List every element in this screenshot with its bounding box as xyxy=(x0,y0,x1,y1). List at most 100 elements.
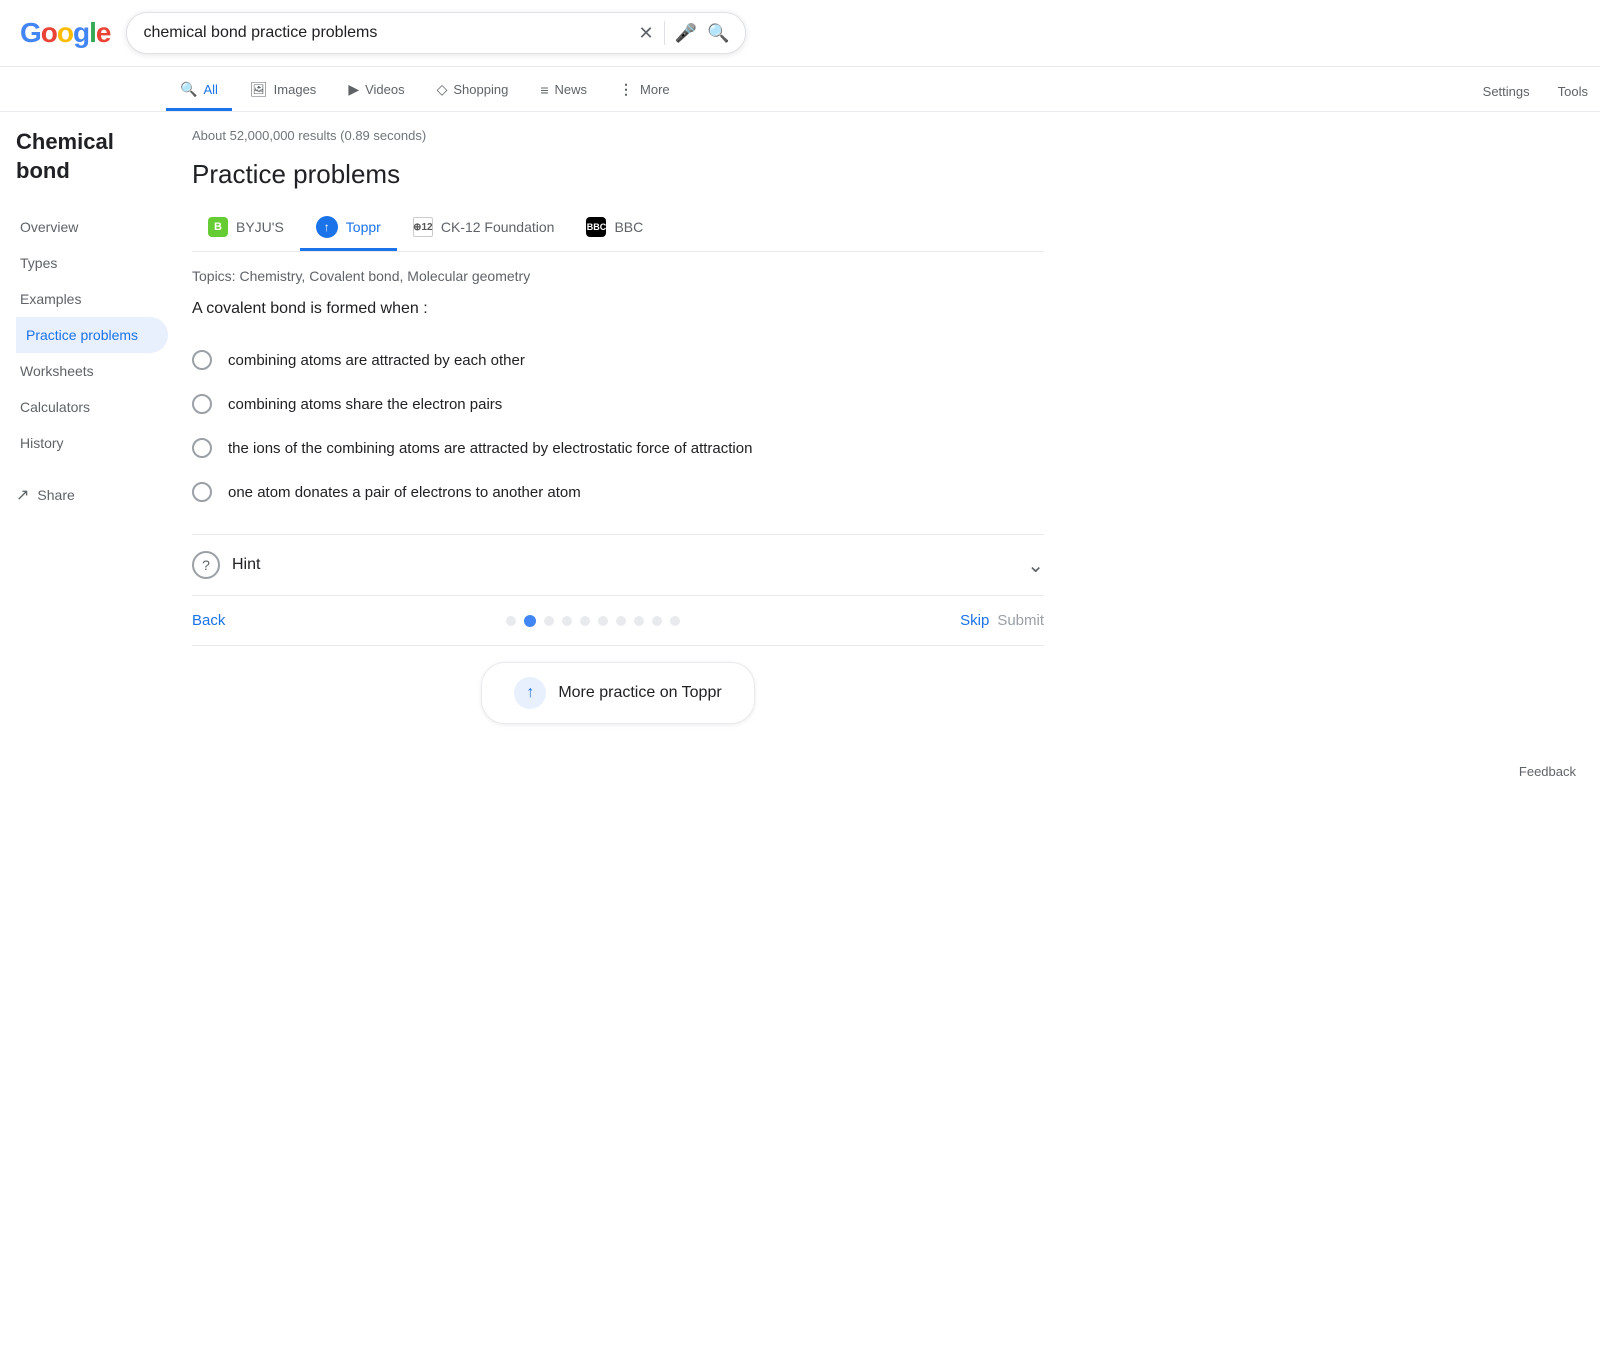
more-practice-section: ↑ More practice on Toppr xyxy=(192,645,1044,756)
tab-more[interactable]: ⋮ More xyxy=(605,71,684,111)
logo-letter-g2: g xyxy=(73,17,89,48)
nav-settings: Settings Tools xyxy=(1471,76,1600,107)
dot-4 xyxy=(580,616,590,626)
sidebar-item-calculators[interactable]: Calculators xyxy=(16,389,168,425)
sidebar-item-examples[interactable]: Examples xyxy=(16,281,168,317)
logo-letter-e: e xyxy=(96,17,111,48)
toppr-arrow-icon: ↑ xyxy=(526,684,534,702)
tab-news-label: News xyxy=(555,82,588,97)
hint-section[interactable]: ? Hint ⌄ xyxy=(192,534,1044,596)
search-bar-wrapper: ✕ 🎤 🔍 xyxy=(126,12,746,54)
sidebar-item-practice-problems[interactable]: Practice problems xyxy=(16,317,168,353)
radio-b[interactable] xyxy=(192,394,212,414)
byjus-label: BYJU'S xyxy=(236,219,284,235)
radio-d[interactable] xyxy=(192,482,212,502)
option-c-text: the ions of the combining atoms are attr… xyxy=(228,440,752,457)
results-info: About 52,000,000 results (0.89 seconds) xyxy=(192,128,1044,143)
more-practice-button[interactable]: ↑ More practice on Toppr xyxy=(481,662,754,724)
options-list: combining atoms are attracted by each ot… xyxy=(192,338,1044,514)
toppr-circle-icon: ↑ xyxy=(514,677,546,709)
dot-8 xyxy=(652,616,662,626)
share-button[interactable]: ↗ Share xyxy=(16,469,152,513)
voice-search-button[interactable]: 🎤 xyxy=(675,23,697,44)
hint-icon: ? xyxy=(192,551,220,579)
option-d[interactable]: one atom donates a pair of electrons to … xyxy=(192,470,1044,514)
submit-button: Submit xyxy=(997,612,1044,629)
google-logo: Google xyxy=(20,17,110,49)
tab-shopping[interactable]: ◇ Shopping xyxy=(423,71,523,111)
all-icon: 🔍 xyxy=(180,81,197,98)
section-title: Practice problems xyxy=(192,159,1044,190)
share-icon: ↗ xyxy=(16,485,29,505)
source-tab-ck12[interactable]: ⊕12 CK-12 Foundation xyxy=(397,206,571,251)
dot-3 xyxy=(562,616,572,626)
tab-images[interactable]: 🖼 Images xyxy=(236,71,330,111)
main-content: About 52,000,000 results (0.89 seconds) … xyxy=(168,128,1068,756)
feedback-bar: Feedback xyxy=(0,756,1600,795)
settings-button[interactable]: Settings xyxy=(1471,76,1542,107)
tools-button[interactable]: Tools xyxy=(1546,76,1600,107)
tab-all-label: All xyxy=(203,82,217,97)
sidebar-nav: Overview Types Examples Practice problem… xyxy=(16,209,152,461)
sidebar-item-overview[interactable]: Overview xyxy=(16,209,168,245)
search-input[interactable] xyxy=(143,24,626,42)
feedback-button[interactable]: Feedback xyxy=(1519,764,1576,779)
dot-9 xyxy=(670,616,680,626)
source-tab-byjus[interactable]: B BYJU'S xyxy=(192,206,300,251)
logo-letter-l: l xyxy=(89,17,96,48)
dot-7 xyxy=(634,616,644,626)
logo-letter-g: G xyxy=(20,17,41,48)
dot-0 xyxy=(506,616,516,626)
tab-all[interactable]: 🔍 All xyxy=(166,71,232,111)
search-icons: ✕ 🎤 🔍 xyxy=(639,21,730,45)
back-button[interactable]: Back xyxy=(192,612,225,629)
source-tab-toppr[interactable]: ↑ Toppr xyxy=(300,206,397,251)
logo-letter-o2: o xyxy=(57,17,73,48)
shopping-icon: ◇ xyxy=(437,81,448,98)
hint-label: Hint xyxy=(232,556,1015,574)
main-layout: Chemical bond Overview Types Examples Pr… xyxy=(0,112,1600,756)
option-c[interactable]: the ions of the combining atoms are attr… xyxy=(192,426,1044,470)
option-b[interactable]: combining atoms share the electron pairs xyxy=(192,382,1044,426)
tab-news[interactable]: ≡ News xyxy=(526,72,601,111)
dot-6 xyxy=(616,616,626,626)
share-label: Share xyxy=(37,487,74,503)
microphone-icon: 🎤 xyxy=(675,23,697,44)
tab-videos[interactable]: ▶ Videos xyxy=(334,71,418,111)
radio-a[interactable] xyxy=(192,350,212,370)
skip-button[interactable]: Skip xyxy=(960,612,989,629)
option-d-text: one atom donates a pair of electrons to … xyxy=(228,484,581,501)
dot-2 xyxy=(544,616,554,626)
tab-images-label: Images xyxy=(274,82,317,97)
progress-dots xyxy=(233,615,952,627)
radio-c[interactable] xyxy=(192,438,212,458)
logo-letter-o1: o xyxy=(41,17,57,48)
sidebar-title: Chemical bond xyxy=(16,128,152,185)
option-a[interactable]: combining atoms are attracted by each ot… xyxy=(192,338,1044,382)
search-button[interactable]: 🔍 xyxy=(707,23,729,44)
toppr-icon: ↑ xyxy=(316,216,338,238)
byjus-icon: B xyxy=(208,217,228,237)
source-tab-bbc[interactable]: BBC BBC xyxy=(570,206,659,251)
ck12-label: CK-12 Foundation xyxy=(441,219,555,235)
sidebar-item-worksheets[interactable]: Worksheets xyxy=(16,353,168,389)
dot-1 xyxy=(524,615,536,627)
question-navigation: Back Skip Submit xyxy=(192,596,1044,645)
more-practice-label: More practice on Toppr xyxy=(558,684,721,702)
toppr-label: Toppr xyxy=(346,219,381,235)
videos-icon: ▶ xyxy=(348,81,359,98)
tab-videos-label: Videos xyxy=(365,82,405,97)
sidebar-item-history[interactable]: History xyxy=(16,425,168,461)
clear-icon: ✕ xyxy=(639,23,654,44)
option-a-text: combining atoms are attracted by each ot… xyxy=(228,352,525,369)
tab-shopping-label: Shopping xyxy=(453,82,508,97)
search-icon: 🔍 xyxy=(707,23,729,44)
images-icon: 🖼 xyxy=(250,81,268,98)
sidebar: Chemical bond Overview Types Examples Pr… xyxy=(0,128,168,756)
search-bar: ✕ 🎤 🔍 xyxy=(126,12,746,54)
tab-more-label: More xyxy=(640,82,670,97)
clear-button[interactable]: ✕ xyxy=(639,23,654,44)
sidebar-item-types[interactable]: Types xyxy=(16,245,168,281)
topics: Topics: Chemistry, Covalent bond, Molecu… xyxy=(192,268,1044,284)
dot-5 xyxy=(598,616,608,626)
